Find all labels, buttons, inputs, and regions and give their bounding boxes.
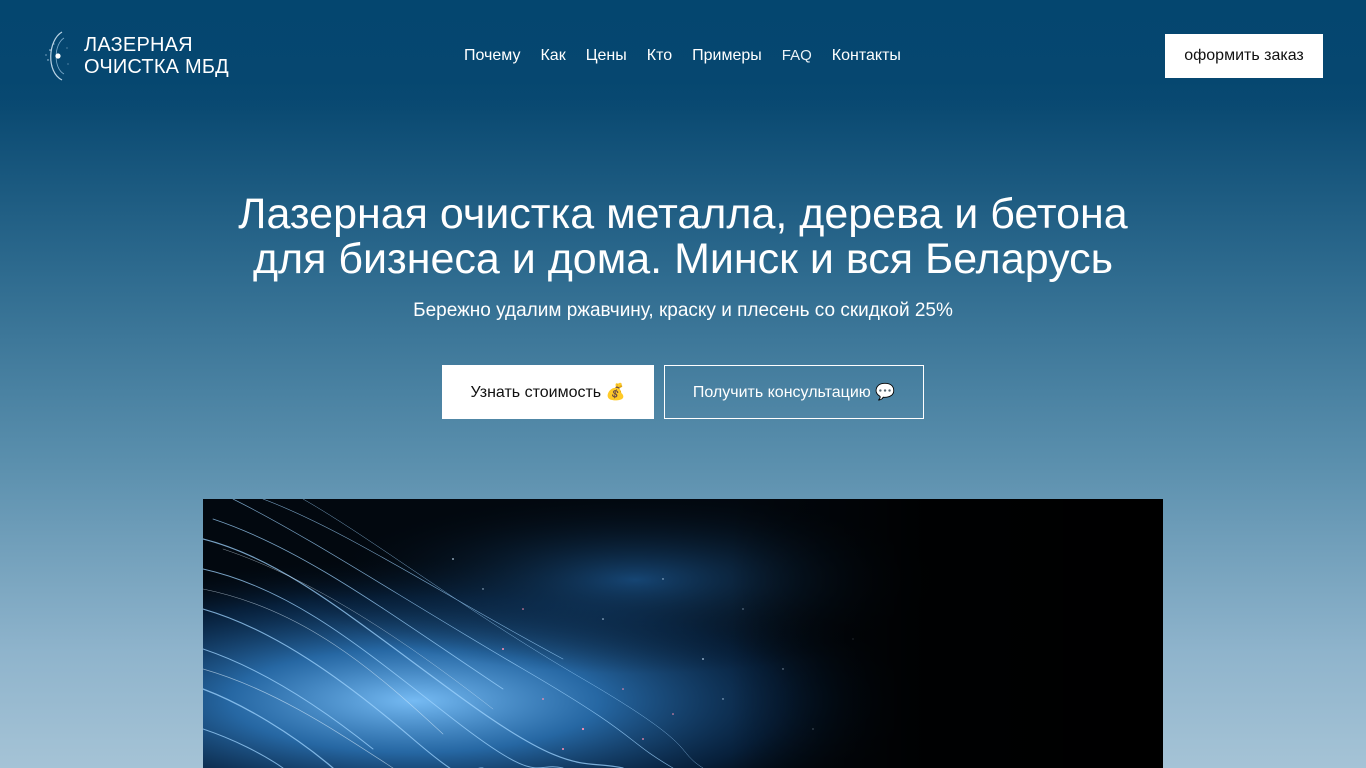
site-header: ЛАЗЕРНАЯ ОЧИСТКА МБД Почему Как Цены Кто… xyxy=(0,0,1366,112)
nav-item-contacts[interactable]: Контакты xyxy=(832,46,901,66)
hero-title-line-1: Лазерная очистка металла, дерева и бетон… xyxy=(238,190,1128,238)
nav-item-examples[interactable]: Примеры xyxy=(692,46,762,66)
main-nav: Почему Как Цены Кто Примеры FAQ Контакты xyxy=(464,46,901,66)
nav-item-how[interactable]: Как xyxy=(540,46,565,66)
order-button[interactable]: оформить заказ xyxy=(1165,34,1323,78)
hero-subtitle: Бережно удалим ржавчину, краску и плесен… xyxy=(413,300,953,321)
nav-item-who[interactable]: Кто xyxy=(647,46,672,66)
hero-title: Лазерная очистка металла, дерева и бетон… xyxy=(0,192,1366,282)
nav-item-why[interactable]: Почему xyxy=(464,46,520,66)
laser-eye-icon xyxy=(40,28,76,84)
get-price-button[interactable]: Узнать стоимость 💰 xyxy=(442,365,654,419)
nav-item-faq[interactable]: FAQ xyxy=(782,46,812,66)
logo-line-2: ОЧИСТКА МБД xyxy=(84,56,229,78)
get-consultation-button[interactable]: Получить консультацию 💬 xyxy=(664,365,924,419)
logo-line-1: ЛАЗЕРНАЯ xyxy=(84,34,193,56)
logo[interactable]: ЛАЗЕРНАЯ ОЧИСТКА МБД xyxy=(40,28,229,84)
logo-text: ЛАЗЕРНАЯ ОЧИСТКА МБД xyxy=(84,34,229,78)
nav-item-prices[interactable]: Цены xyxy=(586,46,627,66)
blue-sparks-laser-photo xyxy=(203,499,1163,768)
hero-title-line-2: для бизнеса и дома. Минск и вся Беларусь xyxy=(252,235,1114,283)
